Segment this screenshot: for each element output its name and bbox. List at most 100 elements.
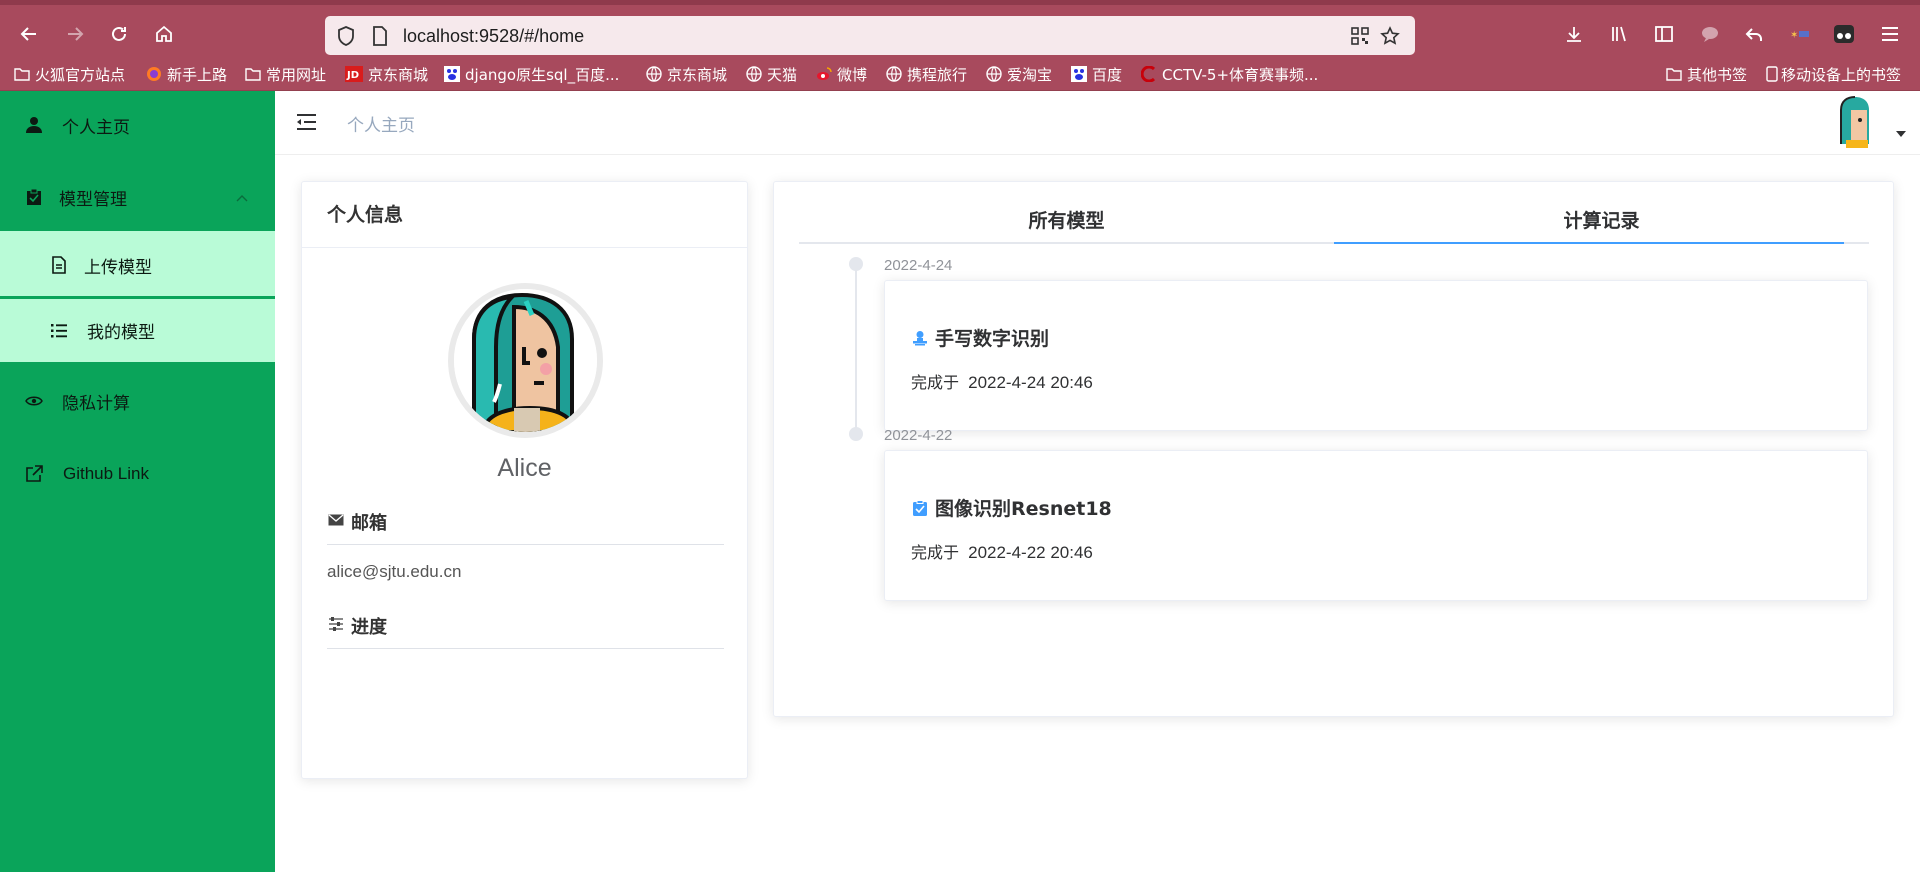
progress-label: 进度: [351, 617, 387, 638]
tab-all-models[interactable]: 所有模型: [799, 206, 1334, 244]
sidebar-item-github-link[interactable]: Github Link: [0, 440, 275, 508]
record-card[interactable]: 手写数字识别 完成于 2022-4-24 20:46: [884, 280, 1868, 431]
main-content: 个人信息 Alice 邮箱 alice@sjtu.edu.cn 进度 所有模型 …: [275, 155, 1920, 872]
tab-computation-records[interactable]: 计算记录: [1334, 206, 1869, 244]
record-card[interactable]: 图像识别Resnet18 完成于 2022-4-22 20:46: [884, 450, 1868, 601]
bookmark-label: 京东商城: [667, 65, 728, 84]
sidebar-toggle-button[interactable]: [1651, 21, 1677, 47]
extension-button[interactable]: ✶: [1787, 21, 1813, 47]
home-button[interactable]: [149, 19, 179, 49]
globe-icon: [746, 66, 762, 82]
caret-down-icon[interactable]: [1896, 124, 1906, 142]
reload-button[interactable]: [104, 19, 134, 49]
library-button[interactable]: [1607, 21, 1633, 47]
qr-code-icon[interactable]: [1349, 25, 1371, 47]
bookmark-item[interactable]: 其他书签: [1666, 63, 1747, 85]
bookmark-item[interactable]: 新手上路: [146, 63, 227, 85]
record-done-prefix: 完成于: [911, 543, 960, 562]
arrow-right-icon: [68, 27, 84, 41]
jd-icon: JD: [345, 66, 363, 82]
undo-icon: [1745, 28, 1762, 41]
firefox-icon: [146, 66, 162, 82]
clipboard-icon: [23, 186, 45, 208]
record-title-row: 图像识别Resnet18: [911, 494, 1112, 521]
bookmark-item[interactable]: 京东商城: [646, 63, 727, 85]
url-bar[interactable]: localhost:9528/#/home: [325, 16, 1415, 55]
bookmark-label: 天猫: [767, 65, 798, 84]
chat-button[interactable]: [1697, 21, 1723, 47]
sliders-icon: [327, 615, 345, 633]
bookmark-item[interactable]: 携程旅行: [886, 63, 967, 85]
sidebar-item-model-management[interactable]: 模型管理: [0, 163, 275, 231]
undo-button[interactable]: [1741, 21, 1767, 47]
bookmark-label: 百度: [1092, 65, 1123, 84]
chevron-up-icon[interactable]: [236, 187, 248, 207]
download-button[interactable]: [1561, 21, 1587, 47]
bookmark-label: 京东商城: [368, 65, 429, 84]
timeline-date: 2022-4-22: [884, 427, 953, 444]
weibo-icon: [816, 66, 832, 82]
sidebar-item-label: 我的模型: [87, 323, 155, 343]
app-header: 个人主页: [275, 91, 1920, 155]
bookmark-label: 微博: [837, 65, 868, 84]
menu-button[interactable]: [1877, 21, 1903, 47]
record-done-time: 2022-4-24 20:46: [968, 373, 1093, 392]
bookmark-item[interactable]: 爱淘宝: [986, 63, 1052, 85]
home-icon: [156, 25, 172, 42]
cctv-icon: [1141, 66, 1157, 82]
tab-active-indicator: [1334, 242, 1844, 244]
bookmark-item[interactable]: JD 京东商城: [345, 63, 428, 85]
url-text[interactable]: localhost:9528/#/home: [403, 26, 584, 47]
bookmark-item[interactable]: 百度: [1071, 63, 1122, 85]
extension-icon: ✶: [1790, 30, 1809, 41]
bookmark-item[interactable]: 移动设备上的书签: [1766, 63, 1901, 85]
folder-icon: [1666, 66, 1682, 82]
record-title: 图像识别Resnet18: [935, 498, 1112, 520]
bookmark-label: 爱淘宝: [1007, 65, 1053, 84]
sidebar-item-my-models[interactable]: 我的模型: [0, 299, 275, 362]
library-icon: [1612, 26, 1626, 42]
bookmark-label: 新手上路: [167, 65, 228, 84]
sidebar-item-home[interactable]: 个人主页: [0, 91, 275, 159]
record-done-prefix: 完成于: [911, 373, 960, 392]
sidebar-item-upload-model[interactable]: 上传模型: [0, 231, 275, 299]
timeline-dot: [849, 427, 863, 441]
shield-icon[interactable]: [335, 25, 357, 47]
star-icon[interactable]: [1379, 25, 1401, 47]
bookmark-label: 火狐官方站点: [35, 65, 126, 84]
avatar[interactable]: [1838, 96, 1872, 148]
menu-fold-icon: [297, 114, 316, 130]
list-icon: [48, 320, 70, 342]
phone-icon: [1766, 66, 1778, 82]
hamburger-icon: [1882, 27, 1898, 41]
timeline-date: 2022-4-24: [884, 257, 953, 274]
record-completion: 完成于 2022-4-24 20:46: [911, 369, 1093, 393]
forward-button[interactable]: [60, 19, 90, 49]
bookmarks-bar: 火狐官方站点 新手上路 常用网址 JD 京东商城 django原生sql_百度.…: [0, 57, 1920, 91]
user-icon: [23, 114, 45, 136]
folder-icon: [245, 66, 261, 82]
timeline-dot: [849, 257, 863, 271]
sidebar-item-privacy-computing[interactable]: 隐私计算: [0, 367, 275, 435]
breadcrumb[interactable]: 个人主页: [347, 111, 415, 136]
email-label: 邮箱: [351, 513, 387, 534]
record-completion: 完成于 2022-4-22 20:46: [911, 539, 1093, 563]
bookmark-item[interactable]: django原生sql_百度...: [444, 63, 619, 85]
page-icon[interactable]: [369, 25, 391, 47]
record-title: 手写数字识别: [935, 328, 1050, 350]
clipboard-check-icon: [911, 499, 929, 517]
hamburger-fold-button[interactable]: [296, 113, 317, 136]
bookmark-label: 常用网址: [266, 65, 327, 84]
chat-bubble-icon: [1702, 27, 1718, 42]
bookmark-item[interactable]: CCTV-5+体育赛事频...: [1141, 63, 1318, 85]
bookmark-item[interactable]: 火狐官方站点: [14, 63, 125, 85]
envelope-icon: [327, 511, 345, 529]
bookmark-item[interactable]: 天猫: [746, 63, 797, 85]
profile-card: 个人信息 Alice 邮箱 alice@sjtu.edu.cn 进度: [301, 181, 748, 779]
email-section-header: 邮箱: [327, 509, 724, 545]
back-button[interactable]: [14, 19, 44, 49]
bookmark-item[interactable]: 常用网址: [245, 63, 326, 85]
bookmark-item[interactable]: 微博: [816, 63, 867, 85]
account-button[interactable]: [1831, 21, 1857, 47]
sidebar: 个人主页 模型管理 上传模型 我的模型 隐私计算 Github Link: [0, 91, 275, 872]
